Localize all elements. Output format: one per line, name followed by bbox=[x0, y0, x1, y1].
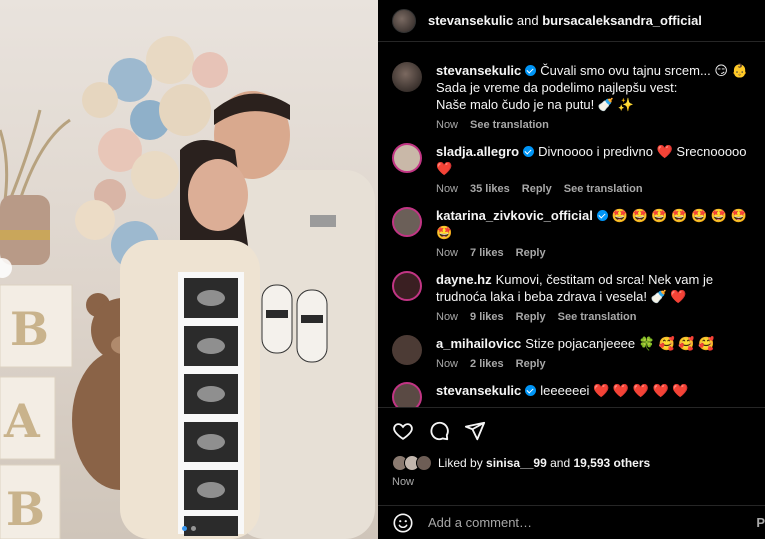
comment-button[interactable] bbox=[428, 420, 450, 442]
post-comment-button[interactable]: P bbox=[756, 515, 765, 530]
comment-likes[interactable]: 7 likes bbox=[470, 247, 504, 259]
commenter-username[interactable]: dayne.hz bbox=[436, 272, 492, 287]
post-timestamp: Now bbox=[392, 476, 415, 488]
ultrasound-strip bbox=[178, 272, 244, 536]
comment-icon bbox=[430, 421, 449, 440]
verified-badge-icon bbox=[525, 385, 537, 396]
add-comment-bar: Add a comment… P bbox=[378, 505, 765, 539]
caption-username[interactable]: stevansekulic bbox=[436, 63, 521, 78]
post-details-panel: stevansekulic and bursacaleksandra_offic… bbox=[378, 0, 765, 539]
commenter-username[interactable]: sladja.allegro bbox=[436, 144, 519, 159]
reply-button[interactable]: Reply bbox=[516, 247, 546, 259]
carousel-dot bbox=[182, 526, 187, 531]
commenter-username[interactable]: katarina_zivkovic_official bbox=[436, 208, 593, 223]
svg-text:A: A bbox=[3, 394, 41, 448]
comment-time: Now bbox=[436, 183, 459, 195]
commenter-avatar[interactable] bbox=[392, 271, 422, 301]
comment: dayne.hz Kumovi, čestitam od srca! Nek va… bbox=[392, 271, 751, 323]
liker-avatars bbox=[392, 455, 432, 471]
likes-summary[interactable]: Liked by sinisa__99 and 19,593 others bbox=[392, 455, 650, 471]
carousel-dots bbox=[182, 526, 196, 531]
commenter-username[interactable]: a_mihailovicc bbox=[436, 336, 521, 351]
comment-time: Now bbox=[436, 247, 459, 259]
likes-and: and bbox=[550, 456, 571, 470]
comment: katarina_zivkovic_official 🤩 🤩 🤩 🤩 🤩 🤩 🤩 … bbox=[392, 207, 751, 259]
comment-likes[interactable]: 9 likes bbox=[470, 311, 504, 323]
verified-badge-icon bbox=[523, 146, 535, 157]
like-button[interactable] bbox=[392, 420, 414, 442]
see-translation-link[interactable]: See translation bbox=[470, 119, 549, 131]
comment-likes[interactable]: 2 likes bbox=[470, 358, 504, 370]
share-icon bbox=[464, 421, 486, 440]
reply-button[interactable]: Reply bbox=[522, 183, 552, 195]
see-translation-link[interactable]: See translation bbox=[564, 183, 643, 195]
comments-list[interactable]: stevansekulic Čuvali smo ovu tajnu srcem.… bbox=[378, 42, 765, 407]
post-actions bbox=[378, 407, 765, 453]
post-header: stevansekulic and bursacaleksandra_offic… bbox=[378, 0, 765, 42]
comment: stevansekulic leeeeeei ❤️ ❤️ ❤️ ❤️ ❤️ bbox=[392, 382, 751, 407]
caption-line-1: Čuvali smo ovu tajnu srcem... 😏 👶 bbox=[540, 63, 748, 78]
collaborator-username[interactable]: bursacaleksandra_official bbox=[542, 13, 702, 28]
commenter-username[interactable]: stevansekulic bbox=[436, 383, 521, 398]
vase bbox=[0, 109, 71, 265]
comment-text: Stize pojacanjeeee 🍀 🥰 🥰 🥰 bbox=[525, 336, 715, 351]
commenter-avatar[interactable] bbox=[392, 207, 422, 237]
verified-badge-icon bbox=[596, 210, 608, 221]
emoji-button[interactable] bbox=[392, 512, 414, 534]
share-button[interactable] bbox=[464, 420, 486, 442]
caption-time: Now bbox=[436, 119, 459, 131]
liker-username[interactable]: sinisa__99 bbox=[486, 456, 547, 470]
caption-line-3: Naše malo čudo je na putu! 🍼 ✨ bbox=[436, 97, 634, 112]
and-text: and bbox=[516, 13, 539, 28]
carousel-dot bbox=[191, 526, 196, 531]
reply-button[interactable]: Reply bbox=[516, 311, 546, 323]
liked-by-prefix: Liked by bbox=[438, 456, 483, 470]
caption-avatar[interactable] bbox=[392, 62, 422, 92]
photo-illustration: B A B bbox=[0, 36, 375, 539]
comment: sladja.allegro Divnoooo i predivno ❤️ Sre… bbox=[392, 143, 751, 195]
heart-icon bbox=[393, 422, 413, 440]
caption: stevansekulic Čuvali smo ovu tajnu srcem.… bbox=[392, 62, 751, 131]
emoji-icon bbox=[393, 512, 413, 533]
comment-likes[interactable]: 35 likes bbox=[470, 183, 510, 195]
verified-badge-icon bbox=[525, 65, 537, 76]
see-translation-link[interactable]: See translation bbox=[558, 311, 637, 323]
comment-time: Now bbox=[436, 358, 459, 370]
comment-text: leeeeeei ❤️ ❤️ ❤️ ❤️ ❤️ bbox=[540, 383, 689, 398]
svg-text:B: B bbox=[10, 302, 49, 356]
commenter-avatar[interactable] bbox=[392, 143, 422, 173]
caption-line-2: Sada je vreme da podelimo najlepšu vest: bbox=[436, 80, 678, 95]
add-comment-input[interactable]: Add a comment… bbox=[428, 515, 756, 530]
post-authors: stevansekulic and bursacaleksandra_offic… bbox=[428, 13, 702, 28]
comment: a_mihailovicc Stize pojacanjeeee 🍀 🥰 🥰 🥰 … bbox=[392, 335, 751, 370]
commenter-avatar[interactable] bbox=[392, 335, 422, 365]
liker-avatar bbox=[416, 455, 432, 471]
author-avatar[interactable] bbox=[392, 8, 416, 33]
comment-time: Now bbox=[436, 311, 459, 323]
commenter-avatar[interactable] bbox=[392, 382, 422, 407]
author-username[interactable]: stevansekulic bbox=[428, 13, 513, 28]
baby-blocks: B A B bbox=[0, 284, 73, 539]
reply-button[interactable]: Reply bbox=[516, 358, 546, 370]
likes-count[interactable]: 19,593 others bbox=[573, 456, 650, 470]
svg-text:B: B bbox=[6, 482, 45, 536]
post-photo[interactable]: B A B bbox=[0, 0, 378, 539]
